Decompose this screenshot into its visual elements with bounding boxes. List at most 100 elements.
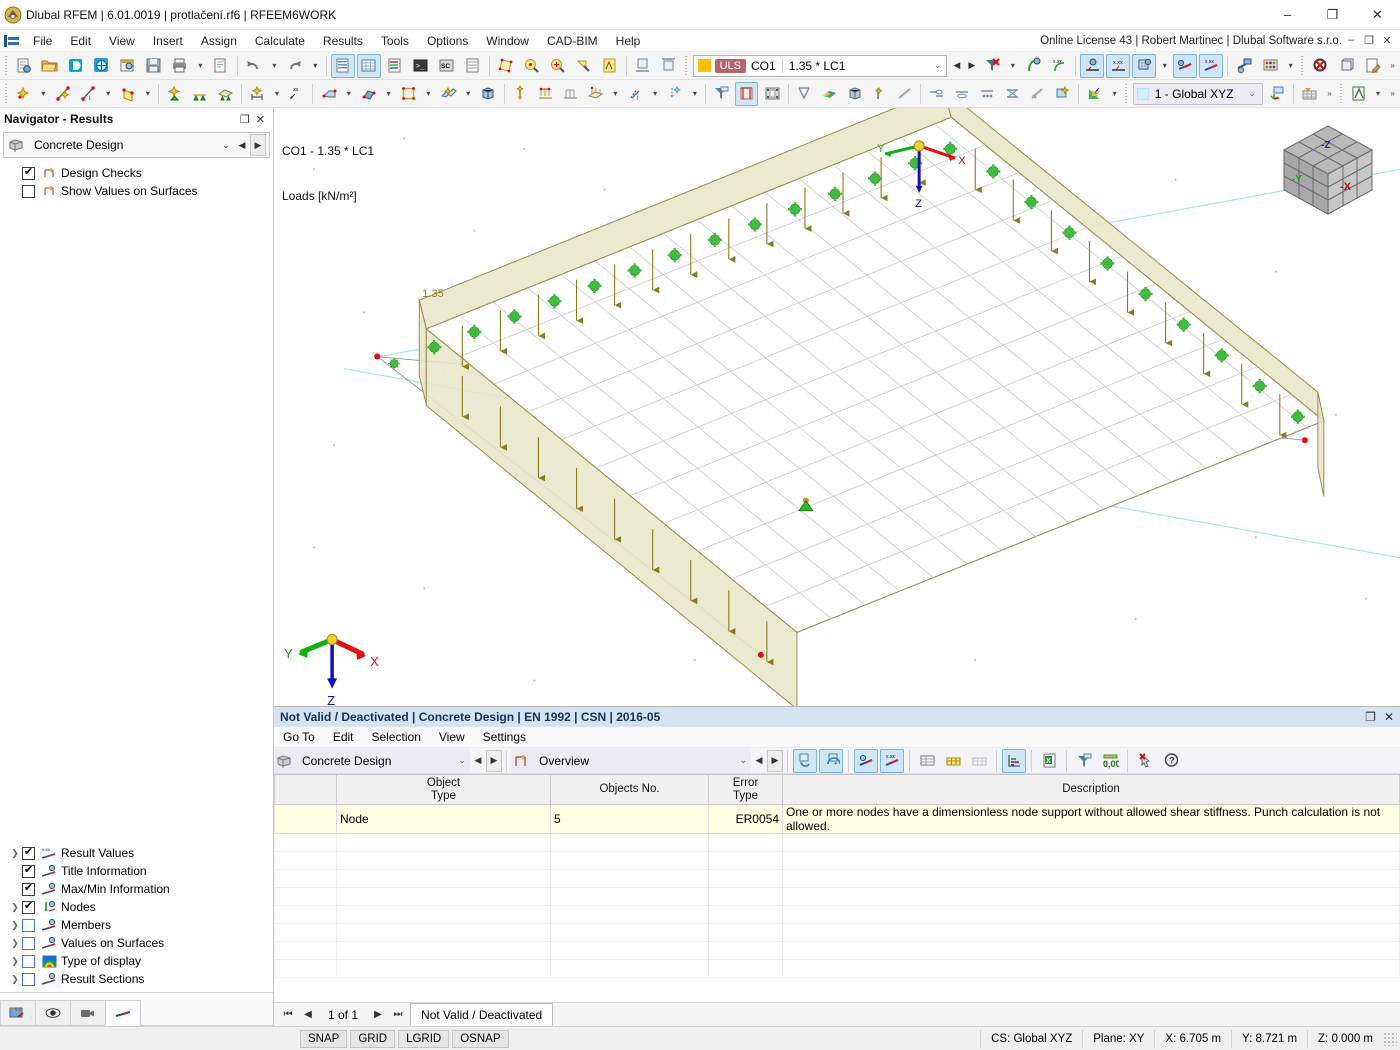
export-excel-icon[interactable]: X: [1037, 749, 1061, 773]
console-icon[interactable]: >_: [409, 54, 433, 78]
table-module-combo[interactable]: Concrete Design ⌄: [274, 748, 470, 773]
colored-table-icon[interactable]: [383, 54, 407, 78]
tree-item-maxmin-information[interactable]: ✔ Max/Min Information: [0, 880, 273, 898]
printout-report-icon[interactable]: [209, 54, 233, 78]
load-nodal-icon[interactable]: [509, 82, 532, 106]
column-header-error-type[interactable]: Error Type: [708, 774, 783, 805]
load-case-combo[interactable]: ULS CO1 1.35 * LC1 ⌄: [692, 54, 948, 77]
expand-arrow-icon[interactable]: ❯: [8, 938, 22, 949]
extrude-icon[interactable]: [868, 82, 891, 106]
hinge-icon[interactable]: [1001, 82, 1024, 106]
expand-arrow-icon[interactable]: ❯: [8, 974, 22, 985]
load-case-next-button[interactable]: ▶: [964, 55, 979, 76]
new-opening-dropdown-icon[interactable]: ▾: [422, 82, 435, 106]
new-opening-icon[interactable]: [397, 82, 420, 106]
row-header-cell[interactable]: [274, 804, 337, 834]
result-settings-icon[interactable]: [1232, 54, 1256, 78]
menu-file[interactable]: File: [24, 32, 61, 50]
support-type-1-icon[interactable]: [925, 82, 948, 106]
load-case-prev-button[interactable]: ◀: [949, 55, 964, 76]
cell-objects-no[interactable]: 5: [550, 804, 709, 834]
view-front-icon[interactable]: [631, 54, 655, 78]
table-menu-edit[interactable]: Edit: [324, 728, 363, 746]
abacus-icon[interactable]: [1258, 54, 1282, 78]
tab-project-navigator[interactable]: [0, 1000, 36, 1026]
minimize-button[interactable]: –: [1265, 0, 1310, 30]
view-side-icon[interactable]: [657, 54, 681, 78]
filter-results-icon[interactable]: [710, 82, 733, 106]
menu-window[interactable]: Window: [477, 32, 538, 50]
chevron-down-icon[interactable]: ⌄: [934, 60, 945, 71]
print-icon[interactable]: [168, 54, 192, 78]
status-toggle-snap[interactable]: SNAP: [300, 1029, 348, 1048]
open-folder-icon[interactable]: [38, 54, 62, 78]
dlubal-center-icon[interactable]: [64, 54, 88, 78]
new-line-dropdown-icon[interactable]: ▾: [102, 82, 115, 106]
resize-grip[interactable]: [1383, 1031, 1397, 1046]
model-globe-icon[interactable]: [90, 54, 114, 78]
grid-settings-icon[interactable]: [1298, 82, 1321, 106]
colour-scale-icon[interactable]: [1083, 82, 1106, 106]
new-solid-icon[interactable]: [357, 82, 380, 106]
result-diagram-icon[interactable]: [1080, 53, 1105, 78]
table-view-prev-button[interactable]: ◀: [751, 751, 767, 771]
visibility-magic-icon[interactable]: [1051, 82, 1074, 106]
wireframe-icon[interactable]: [793, 82, 816, 106]
save-icon[interactable]: [142, 54, 166, 78]
table-module-prev-button[interactable]: ◀: [470, 751, 486, 771]
checkbox-title-information[interactable]: ✔: [22, 864, 35, 878]
menu-calculate[interactable]: Calculate: [246, 32, 314, 50]
column-header-objects-no[interactable]: Objects No.: [550, 774, 709, 805]
dimension-dropdown-icon[interactable]: ▾: [271, 82, 284, 106]
expand-arrow-icon[interactable]: ❯: [8, 902, 22, 913]
result-values-toolbar-icon[interactable]: x.xx: [1106, 53, 1131, 78]
imperfection-dropdown-icon[interactable]: ▾: [649, 82, 662, 106]
close-button[interactable]: ✕: [1355, 0, 1400, 30]
checkbox-maxmin-information[interactable]: ✔: [22, 882, 35, 896]
result-values-on-icon[interactable]: [1173, 53, 1198, 78]
table-panel-float-button[interactable]: ❐: [1365, 710, 1376, 724]
mdi-close-button[interactable]: ✕: [1378, 34, 1396, 47]
status-toggle-osnap[interactable]: OSNAP: [452, 1029, 509, 1048]
chevron-down-icon[interactable]: ⌄: [1248, 88, 1259, 99]
tree-item-show-values-on-surfaces[interactable]: Show Values on Surfaces: [0, 182, 273, 200]
toolbar-grip[interactable]: [4, 55, 9, 76]
result-surfaces-dropdown-icon[interactable]: ▾: [1158, 54, 1171, 78]
load-surface-dropdown-icon[interactable]: ▾: [609, 82, 622, 106]
model-display-icon[interactable]: [735, 81, 759, 106]
cell-object-type[interactable]: Node: [336, 804, 551, 834]
navigator-next-button[interactable]: ▶: [250, 134, 266, 156]
new-line-type-icon[interactable]: I: [77, 82, 100, 106]
table-filter-rows-icon[interactable]: [941, 749, 965, 773]
menu-results[interactable]: Results: [314, 32, 372, 50]
new-surface-icon[interactable]: [317, 82, 340, 106]
table-chart-icon[interactable]: [1002, 748, 1026, 773]
navigator-panel-icon[interactable]: [330, 53, 355, 78]
new-solid-dropdown-icon[interactable]: ▾: [382, 82, 395, 106]
menu-help[interactable]: Help: [607, 32, 650, 50]
redo-dropdown-icon[interactable]: ▾: [309, 54, 322, 78]
chevron-down-icon[interactable]: ⌄: [218, 135, 234, 155]
cut-section-icon[interactable]: [1026, 82, 1049, 106]
edit-model-icon[interactable]: [1360, 54, 1384, 78]
cell-description[interactable]: One or more nodes have a dimensionless n…: [782, 804, 1400, 834]
table-layout-icon[interactable]: [915, 749, 939, 773]
load-member-icon[interactable]: [559, 82, 582, 106]
menu-options[interactable]: Options: [418, 32, 477, 50]
copy-load-dropdown-icon[interactable]: ▾: [689, 82, 702, 106]
tab-results-navigator[interactable]: [105, 1000, 141, 1026]
navigator-float-button[interactable]: ❐: [240, 113, 250, 126]
tree-item-type-of-display[interactable]: ❯ Type of display: [0, 952, 273, 970]
table-row[interactable]: Node 5 ER0054 One or more nodes have a d…: [274, 804, 1400, 834]
table-module-next-button[interactable]: ▶: [486, 749, 502, 772]
view-cube[interactable]: -Z -Y -X: [1274, 118, 1382, 226]
menu-view[interactable]: View: [100, 32, 144, 50]
pager-first-button[interactable]: ⏮: [280, 1009, 296, 1020]
render-solid-icon[interactable]: [843, 82, 866, 106]
pan-icon[interactable]: [572, 54, 596, 78]
new-line-icon[interactable]: [52, 82, 75, 106]
tree-item-result-values[interactable]: ❯ ✔ x.xx Result Values: [0, 844, 273, 862]
toolbar2-grip[interactable]: [4, 83, 9, 104]
navigator-prev-button[interactable]: ◀: [234, 135, 250, 155]
new-node-icon[interactable]: [12, 82, 35, 106]
